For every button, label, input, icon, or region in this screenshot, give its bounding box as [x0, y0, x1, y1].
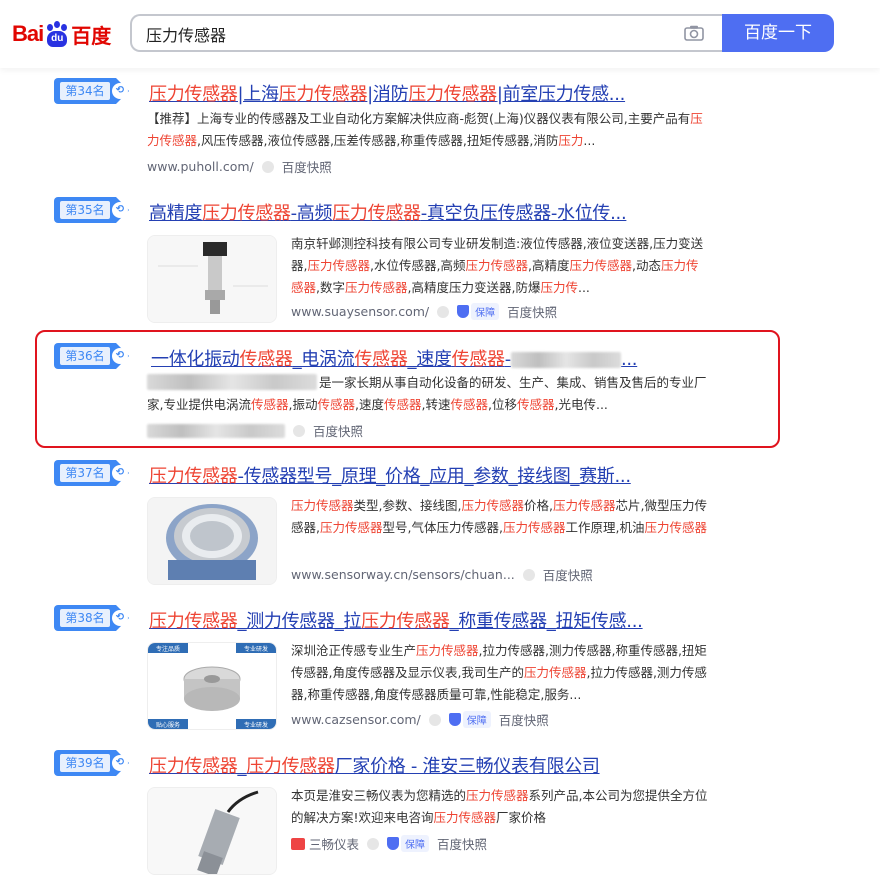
- sensor-image: [148, 788, 276, 874]
- result-meta: www.suaysensor.com/ 保障 百度快照: [291, 302, 557, 321]
- snapshot-link[interactable]: 百度快照: [282, 157, 332, 176]
- paw-icon: du: [44, 21, 70, 47]
- redacted-block: [510, 352, 621, 368]
- result-title[interactable]: 压力传感器_测力传感器_拉压力传感器_称重传感器_扭矩传感...: [149, 607, 643, 633]
- sensor-image: [148, 236, 276, 322]
- result-meta: www.cazsensor.com/ 保障 百度快照: [291, 710, 549, 729]
- search-button[interactable]: 百度一下: [722, 14, 834, 52]
- guarantee-badge[interactable]: 保障: [448, 711, 491, 728]
- result-description: 是一家长期从事自动化设备的研发、生产、集成、销售及售后的专业厂家,专业提供电涡流…: [147, 375, 707, 412]
- snapshot-link[interactable]: 百度快照: [313, 421, 363, 440]
- result-description: 南京轩邺测控科技有限公司专业研发制造:液位传感器,液位变送器,压力变送器,压力传…: [291, 236, 704, 295]
- rank-share-icon[interactable]: ⟲: [112, 348, 128, 364]
- rank-badge: 第38名 ⟲: [54, 605, 132, 631]
- result-title[interactable]: 一体化振动传感器_电涡流传感器_速度传感器-...: [151, 345, 638, 371]
- snapshot-link[interactable]: 百度快照: [437, 834, 487, 853]
- result-description: 本页是淮安三畅仪表为您精选的压力传感器系列产品,本公司为您提供全方位的解决方案!…: [291, 788, 708, 825]
- result-description: 【推荐】上海专业的传感器及工业自动化方案解决供应商-彪贺(上海)仪器仪表有限公司…: [147, 111, 703, 148]
- result-url[interactable]: www.puholl.com/: [147, 159, 254, 174]
- svg-text:专业研发: 专业研发: [244, 645, 268, 653]
- result-meta: www.sensorway.cn/sensors/chuan... 百度快照: [291, 565, 593, 584]
- rank-badge: 第39名 ⟲: [54, 750, 132, 776]
- result-meta: www.puholl.com/ 百度快照: [147, 157, 332, 176]
- shield-icon: [387, 837, 400, 850]
- result-url[interactable]: www.suaysensor.com/: [291, 304, 429, 319]
- dropdown-icon[interactable]: [428, 713, 441, 726]
- dropdown-icon[interactable]: [437, 305, 450, 318]
- dropdown-icon[interactable]: [522, 568, 535, 581]
- result-title[interactable]: 压力传感器-传感器型号_原理_价格_应用_参数_接线图_赛斯...: [149, 462, 631, 488]
- logo-text-bai: Bai: [12, 21, 44, 46]
- baidu-logo[interactable]: Bai du 百度: [12, 18, 111, 50]
- dropdown-icon[interactable]: [293, 424, 305, 437]
- svg-text:专业研发: 专业研发: [244, 721, 268, 729]
- result-url[interactable]: www.sensorway.cn/sensors/chuan...: [291, 567, 515, 582]
- snapshot-link[interactable]: 百度快照: [499, 710, 549, 729]
- sensor-image: 专注品质 专业研发 贴心服务 专业研发: [148, 643, 276, 729]
- svg-text:贴心服务: 贴心服务: [156, 721, 180, 729]
- rank-badge: 第35名 ⟲: [54, 197, 132, 223]
- svg-text:专注品质: 专注品质: [156, 645, 180, 653]
- guarantee-badge[interactable]: 保障: [457, 303, 500, 320]
- rank-label: 第39名: [60, 754, 110, 772]
- sensor-image: [148, 498, 276, 584]
- result-thumbnail[interactable]: [147, 787, 277, 875]
- rank-share-icon[interactable]: ⟲: [112, 83, 128, 99]
- dropdown-icon[interactable]: [367, 837, 380, 850]
- result-title[interactable]: 高精度压力传感器-高频压力传感器-真空负压传感器-水位传...: [149, 199, 627, 225]
- redacted-url: [147, 423, 285, 438]
- result-title[interactable]: 压力传感器|上海压力传感器|消防压力传感器|前室压力传感...: [149, 80, 625, 106]
- result-title[interactable]: 压力传感器_压力传感器厂家价格 - 淮安三畅仪表有限公司: [149, 752, 600, 778]
- search-input[interactable]: [144, 16, 668, 52]
- shield-icon: [457, 305, 470, 318]
- rank-label: 第35名: [60, 201, 110, 219]
- result-meta: 三畅仪表 保障 百度快照: [291, 834, 487, 853]
- logo-text-cn: 百度: [71, 23, 112, 48]
- rank-label: 第34名: [60, 82, 110, 100]
- site-logo-icon: [291, 837, 305, 850]
- rank-badge: 第34名 ⟲: [54, 78, 132, 104]
- rank-label: 第38名: [60, 609, 110, 627]
- rank-share-icon[interactable]: ⟲: [112, 610, 128, 626]
- snapshot-link[interactable]: 百度快照: [507, 302, 557, 321]
- logo-text-du: du: [47, 31, 68, 47]
- rank-share-icon[interactable]: ⟲: [112, 755, 128, 771]
- rank-label: 第36名: [60, 347, 110, 365]
- header-bar: Bai du 百度 百度一下: [0, 0, 880, 68]
- result-description: 压力传感器类型,参数、接线图,压力传感器价格,压力传感器芯片,微型压力传感器,压…: [291, 498, 707, 535]
- result-thumbnail[interactable]: 专注品质 专业研发 贴心服务 专业研发: [147, 642, 277, 730]
- shield-icon: [448, 713, 461, 726]
- result-meta: 百度快照: [147, 421, 363, 440]
- rank-label: 第37名: [60, 464, 110, 482]
- result-thumbnail[interactable]: [147, 235, 277, 323]
- rank-share-icon[interactable]: ⟲: [112, 202, 128, 218]
- rank-share-icon[interactable]: ⟲: [112, 465, 128, 481]
- search-box: [130, 14, 722, 52]
- guarantee-badge[interactable]: 保障: [387, 835, 430, 852]
- result-thumbnail[interactable]: [147, 497, 277, 585]
- result-url[interactable]: www.cazsensor.com/: [291, 712, 421, 727]
- rank-badge: 第36名 ⟲: [54, 343, 132, 369]
- camera-icon[interactable]: [684, 25, 704, 41]
- result-url[interactable]: 三畅仪表: [309, 834, 359, 853]
- dropdown-icon[interactable]: [261, 160, 274, 173]
- result-description: 深圳沧正传感专业生产压力传感器,拉力传感器,测力传感器,称重传感器,扭矩传感器,…: [291, 643, 707, 702]
- rank-badge: 第37名 ⟲: [54, 460, 132, 486]
- snapshot-link[interactable]: 百度快照: [543, 565, 593, 584]
